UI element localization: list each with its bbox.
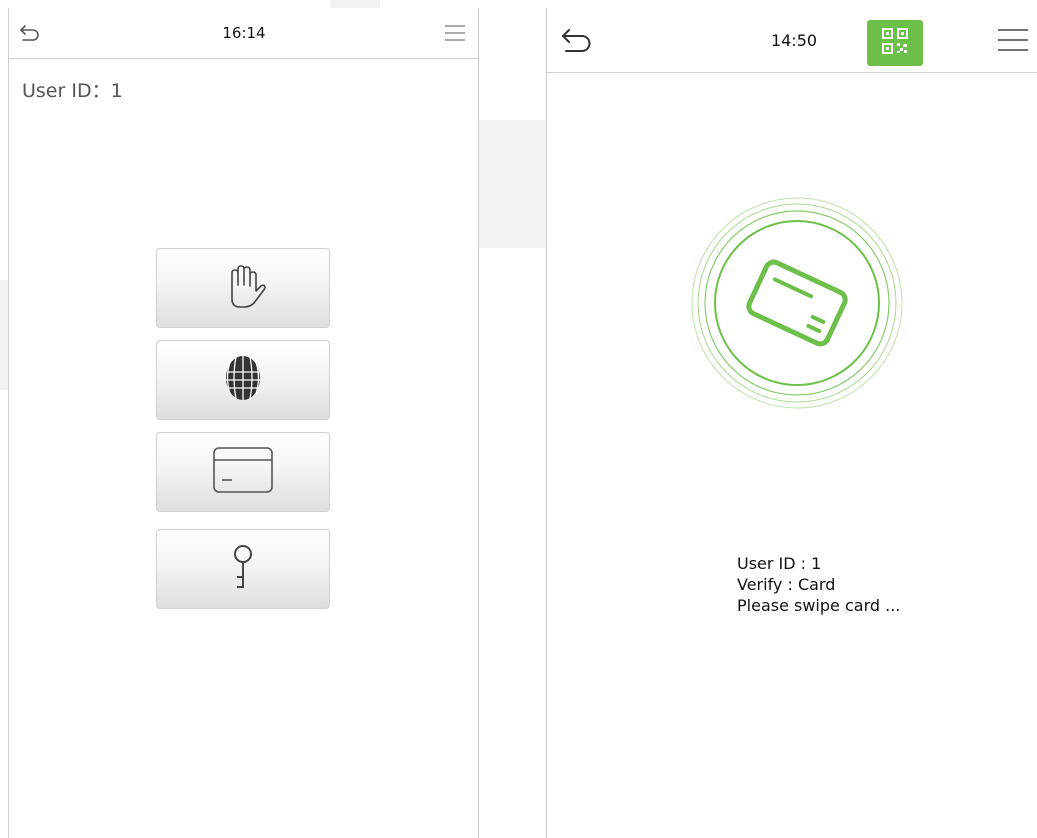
background-watermark [0,280,8,390]
user-id-label: User ID：1 [22,76,123,103]
palm-verify-button[interactable] [156,248,330,328]
clock: 16:14 [222,24,266,42]
key-icon [228,543,258,596]
menu-icon[interactable] [443,20,467,46]
info-prompt: Please swipe card ... [737,596,901,615]
user-id-value: 1 [110,80,123,102]
card-swipe-icon [689,197,905,415]
password-verify-button[interactable] [156,529,330,609]
face-verify-button[interactable] [156,340,330,420]
clock: 14:50 [770,31,818,50]
face-icon [221,352,265,409]
right-topbar: 14:50 [547,8,1037,73]
background-watermark [479,120,546,248]
back-arrow-icon[interactable] [559,24,595,56]
info-verify-mode: Verify : Card [737,575,836,594]
stage: 16:14 User ID：1 14:50 User ID: 1 Verify… [0,0,1037,838]
user-id-label-text: User ID： [22,80,111,102]
right-screen: 14:50 User ID: 1 Verify: Card Please s… [546,8,1037,838]
menu-icon[interactable] [995,24,1031,56]
card-swipe-indicator [689,195,905,411]
verify-info: User ID : 1 Verify : Card Please swipe c… [737,553,900,616]
left-screen: 16:14 User ID：1 [8,8,479,838]
qr-code-button[interactable] [867,20,923,66]
palm-icon [218,261,268,316]
qr-code-icon [881,27,909,60]
left-topbar: 16:14 [9,8,478,59]
card-icon [212,446,274,499]
background-watermark [330,0,380,8]
info-user-id: User ID : 1 [737,554,822,573]
card-verify-button[interactable] [156,432,330,512]
back-arrow-icon[interactable] [17,20,43,46]
